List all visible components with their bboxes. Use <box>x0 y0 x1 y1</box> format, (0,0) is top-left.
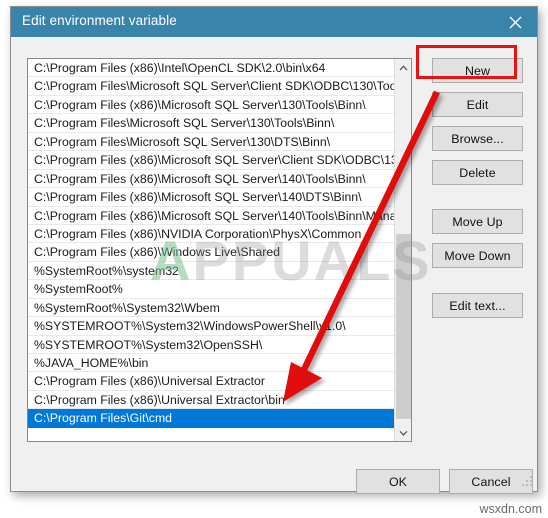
list-item[interactable]: %SYSTEMROOT%\System32\WindowsPowerShell\… <box>28 317 394 336</box>
list-item[interactable]: C:\Program Files (x86)\Microsoft SQL Ser… <box>28 151 394 170</box>
path-listbox[interactable]: C:\Program Files (x86)\Intel\OpenCL SDK\… <box>27 58 412 442</box>
list-item[interactable]: C:\Program Files (x86)\Microsoft SQL Ser… <box>28 207 394 225</box>
chevron-up-icon[interactable] <box>395 59 411 76</box>
list-item[interactable]: %SystemRoot%\System32\Wbem <box>28 299 394 318</box>
dialog-title: Edit environment variable <box>22 13 177 28</box>
list-item[interactable]: C:\Program Files (x86)\Microsoft SQL Ser… <box>28 96 394 115</box>
path-list: C:\Program Files (x86)\Intel\OpenCL SDK\… <box>28 59 394 441</box>
browse-button[interactable]: Browse... <box>432 126 523 151</box>
list-item[interactable]: C:\Program Files\Git\cmd <box>28 409 394 428</box>
list-item[interactable]: C:\Program Files (x86)\Universal Extract… <box>28 391 394 410</box>
list-item[interactable]: C:\Program Files (x86)\Windows Live\Shar… <box>28 243 394 262</box>
list-item[interactable]: %SystemRoot% <box>28 280 394 299</box>
list-item[interactable]: C:\Program Files (x86)\NVIDIA Corporatio… <box>28 225 394 244</box>
edit-environment-variable-dialog: Edit environment variable C:\Program Fil… <box>10 6 538 494</box>
listbox-scrollbar[interactable] <box>394 59 411 441</box>
scrollbar-thumb[interactable] <box>396 234 411 419</box>
list-item[interactable]: C:\Program Files (x86)\Microsoft SQL Ser… <box>28 170 394 189</box>
chevron-down-icon[interactable] <box>395 424 411 441</box>
delete-button[interactable]: Delete <box>432 160 523 185</box>
edit-text-button[interactable]: Edit text... <box>432 293 523 318</box>
move-down-button[interactable]: Move Down <box>432 243 523 268</box>
resize-grip-icon[interactable] <box>521 475 533 487</box>
list-item[interactable]: %JAVA_HOME%\bin <box>28 354 394 373</box>
move-up-button[interactable]: Move Up <box>432 209 523 234</box>
list-item[interactable]: %SystemRoot%\system32 <box>28 262 394 281</box>
watermark-site: wsxdn.com <box>479 502 542 516</box>
list-item[interactable]: %SYSTEMROOT%\System32\OpenSSH\ <box>28 336 394 354</box>
list-item[interactable]: C:\Program Files\Microsoft SQL Server\13… <box>28 133 394 152</box>
list-item[interactable]: C:\Program Files (x86)\Intel\OpenCL SDK\… <box>28 59 394 78</box>
edit-button[interactable]: Edit <box>432 92 523 117</box>
screenshot-root: Edit environment variable C:\Program Fil… <box>0 0 548 518</box>
close-icon[interactable] <box>493 7 537 37</box>
dialog-titlebar: Edit environment variable <box>11 7 537 37</box>
new-button[interactable]: New <box>432 58 523 83</box>
ok-button[interactable]: OK <box>356 469 440 494</box>
list-item[interactable]: C:\Program Files\Microsoft SQL Server\Cl… <box>28 77 394 96</box>
dialog-body: C:\Program Files (x86)\Intel\OpenCL SDK\… <box>11 37 537 494</box>
list-item[interactable]: C:\Program Files (x86)\Universal Extract… <box>28 372 394 391</box>
list-item[interactable]: C:\Program Files (x86)\Microsoft SQL Ser… <box>28 188 394 207</box>
list-item[interactable]: C:\Program Files\Microsoft SQL Server\13… <box>28 114 394 133</box>
